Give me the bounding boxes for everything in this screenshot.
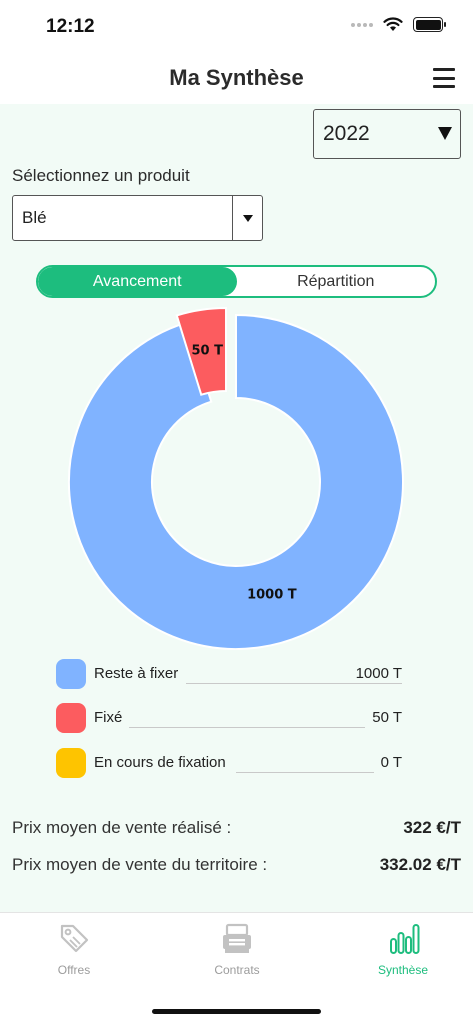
legend-item-en-cours: En cours de fixation 0 T <box>56 748 402 778</box>
hamburger-menu-icon[interactable] <box>433 68 455 88</box>
caret-down-icon <box>438 127 452 140</box>
donut-chart: 1000 T 50 T <box>68 306 404 650</box>
legend-swatch <box>56 703 86 733</box>
price-label: Prix moyen de vente réalisé : <box>12 818 232 837</box>
legend-value: 0 T <box>380 754 402 771</box>
tab-label: Contrats <box>214 963 260 977</box>
product-select[interactable]: Blé <box>12 195 263 241</box>
donut-label-1: 50 T <box>191 343 223 358</box>
legend-divider <box>186 683 402 684</box>
tab-offres[interactable]: Offres <box>14 921 134 977</box>
tab-contrats[interactable]: Contrats <box>177 921 297 977</box>
tab-synthese[interactable]: Synthèse <box>343 921 463 977</box>
view-segmented-control: Avancement Répartition <box>36 265 437 298</box>
page-title: Ma Synthèse <box>169 65 304 90</box>
legend-divider <box>129 727 365 728</box>
price-value: 332.02 €/T <box>379 855 461 874</box>
legend-label: Fixé <box>94 709 123 726</box>
status-bar: 12:12 <box>0 0 473 52</box>
status-icons <box>351 17 446 32</box>
legend-item-fixe: Fixé 50 T <box>56 703 402 733</box>
year-select[interactable]: 2022 <box>313 109 461 159</box>
tab-label: Synthèse <box>377 963 429 977</box>
product-select-label: Sélectionnez un produit <box>12 166 190 185</box>
legend-value: 50 T <box>372 709 402 726</box>
donut-slice-0 <box>68 313 404 650</box>
price-value: 322 €/T <box>403 818 461 837</box>
tab-label: Offres <box>57 963 91 977</box>
wifi-icon <box>383 17 403 31</box>
dropdown-arrow-icon[interactable] <box>232 196 262 240</box>
legend-label: Reste à fixer <box>94 665 179 682</box>
year-value: 2022 <box>323 122 370 145</box>
price-label: Prix moyen de vente du territoire : <box>12 855 268 874</box>
bottom-tab-bar: Offres Contrats Synthèse <box>0 912 473 1024</box>
legend-value: 1000 T <box>355 665 402 682</box>
tab-repartition[interactable]: Répartition <box>237 267 436 296</box>
legend-swatch <box>56 748 86 778</box>
tab-avancement[interactable]: Avancement <box>38 267 237 296</box>
product-value: Blé <box>22 208 47 227</box>
bar-chart-icon <box>390 924 420 954</box>
legend-divider <box>236 772 374 773</box>
contracts-icon <box>223 923 251 953</box>
price-row-territoire: Prix moyen de vente du territoire : 332.… <box>12 855 461 879</box>
status-time: 12:12 <box>46 16 95 37</box>
cellular-signal-icon <box>351 22 373 27</box>
donut-label-0: 1000 T <box>247 588 297 603</box>
app-header: Ma Synthèse <box>0 52 473 104</box>
price-row-realise: Prix moyen de vente réalisé : 322 €/T <box>12 818 461 842</box>
battery-icon <box>413 17 446 32</box>
legend-item-reste: Reste à fixer 1000 T <box>56 659 402 689</box>
tag-icon <box>60 924 89 953</box>
legend-swatch <box>56 659 86 689</box>
home-indicator <box>152 1009 321 1014</box>
legend-label: En cours de fixation <box>94 754 226 771</box>
